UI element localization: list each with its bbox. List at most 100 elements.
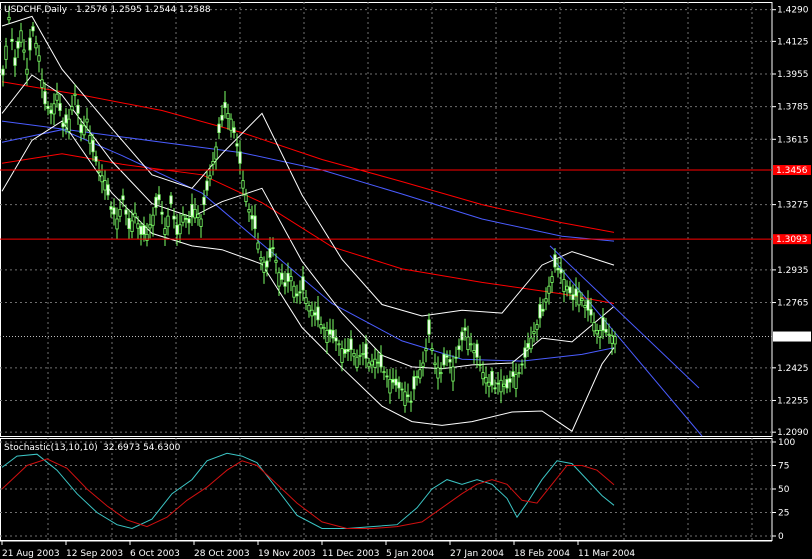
price-bar-body [562,279,566,292]
price-bar-body [319,324,323,329]
price-bar-body [523,347,527,358]
stochastic-axis-label: 0 [778,532,784,542]
price-bar-body [253,215,257,230]
symbol-title: USDCHF,Daily [4,5,68,15]
price-bar-body [238,151,242,164]
price-bar-body [355,356,359,368]
x-axis-label: 12 Sep 2003 [66,549,123,559]
price-bar-body [52,103,56,115]
price-bar-body [247,208,251,213]
price-bar-body [517,372,521,375]
price-bar-body [478,364,482,366]
price-bar-body [67,118,71,132]
price-bar-body [544,298,548,303]
price-bar-body [373,358,377,368]
price-bar-body [190,204,194,217]
price-bar-body [178,224,182,235]
price-bar-body [499,379,503,393]
price-bar-body [367,362,371,368]
price-bar-body [244,194,248,203]
price-bar-body [229,118,233,131]
price-bar-body [58,103,62,111]
price-axis-label: 1.3615 [777,135,809,145]
x-axis-label: 19 Nov 2003 [258,549,316,559]
stochastic-axis-label: 25 [778,509,789,519]
price-bar-body [385,375,389,378]
price-bar-body [538,304,542,319]
price-bar-body [241,180,245,189]
price-bar-body [475,343,479,358]
price-bar-body [550,276,554,283]
price-bar-body [490,371,494,386]
price-bar-body [493,387,497,390]
price-bar-body [496,382,500,385]
price-bar-body [472,350,476,354]
price-bar-body [574,288,578,297]
price-bar-body [127,218,131,230]
price-bar-body [370,360,374,366]
price-axis-label: 1.2090 [777,428,809,438]
price-bar-body [187,218,191,224]
price-bar-body [337,343,341,346]
price-axis-label: 1.2425 [777,364,809,374]
price-bar-body [334,337,338,342]
price-bar-body [526,343,530,349]
price-bar-body [565,285,569,291]
price-bar-body [181,214,185,223]
price-bar-body [37,55,41,62]
price-bar-body [439,372,443,375]
price-bar-body [124,209,128,215]
price-bar-body [514,374,518,389]
price-bar-body [394,378,398,386]
stochastic-axis-label: 75 [778,462,789,472]
price-bar-body [34,42,38,49]
price-bar-body [421,362,425,367]
price-bar-body [607,333,611,336]
price-bar-body [136,223,140,229]
price-bar-body [226,112,230,120]
price-bar-body [88,135,92,144]
price-bar-body [160,211,164,215]
price-bar-body [409,400,413,403]
price-bar-body [583,305,587,308]
price-bar-body [427,319,431,335]
price-bar-body [232,127,236,133]
price-bar-body [133,212,137,218]
price-bar-body [412,376,416,390]
price-bar-body [364,343,368,359]
x-axis-label: 5 Jan 2004 [386,549,434,559]
price-bar-body [4,45,8,60]
price-bar-body [250,215,254,220]
price-bar-body [379,354,383,368]
price-axis-label: 1.3275 [777,201,809,211]
price-bar-body [322,327,326,330]
price-bar-body [91,139,95,153]
price-bar-body [208,175,212,180]
price-bar-body [118,208,122,217]
price-axis-label: 1.4125 [777,37,809,47]
price-bar-body [352,353,356,357]
price-bar-body [199,218,203,227]
price-bar-body [481,372,485,380]
price-level-label: 1.3093 [776,235,808,245]
price-bar-body [22,49,26,53]
price-bar-body [73,93,77,96]
price-bar-body [559,268,563,274]
price-bar-body [361,353,365,355]
price-bar-body [274,259,278,263]
price-level-label: 1.3456 [776,166,808,176]
price-bar-body [25,68,29,75]
stochastic-axis-label: 100 [778,438,795,448]
price-bar-body [463,327,467,331]
price-bar-body [172,215,176,220]
price-bar-body [19,30,23,43]
price-bar-body [457,345,461,350]
price-bar-body [529,337,533,350]
price-bar-body [436,367,440,379]
current-price-label: 1.2588 [776,333,808,343]
price-bar-body [343,349,347,354]
price-bar-body [298,291,302,294]
price-axis-label: 1.2255 [777,396,809,406]
price-bar-body [97,170,101,173]
price-bar-body [154,196,158,208]
